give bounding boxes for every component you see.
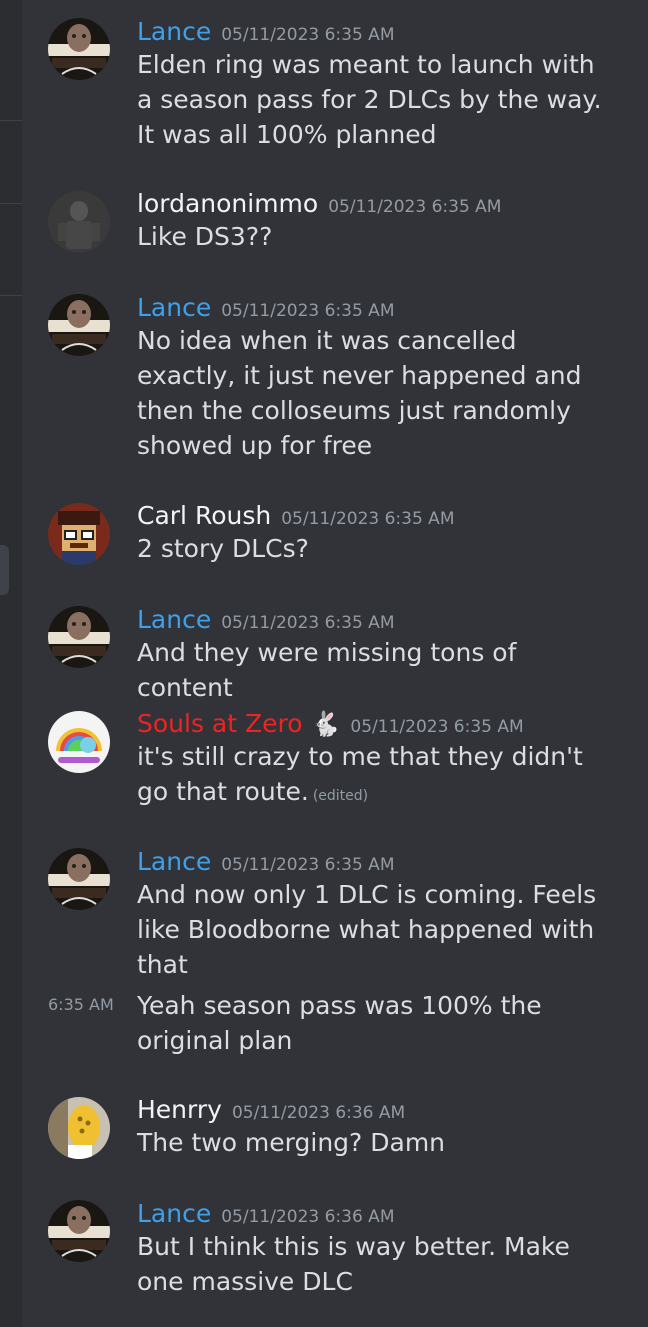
message-text: Like DS3?? [137,222,273,251]
followup-message-text: Yeah season pass was 100% the original p… [137,991,542,1055]
avatar-carl-roush[interactable] [48,503,110,565]
avatar-lance[interactable] [48,18,110,80]
author-name[interactable]: Lance [137,605,211,634]
avatar-lance[interactable] [48,606,110,668]
avatar-lance[interactable] [48,1200,110,1262]
followup-timestamp: 6:35 AM [48,995,114,1014]
message-timestamp: 05/11/2023 6:35 AM [350,717,524,737]
edited-label: (edited) [312,788,369,804]
message-timestamp: 05/11/2023 6:35 AM [328,197,502,217]
avatar-lordanonimmo[interactable] [48,191,110,253]
message-text: The two merging? Damn [137,1128,446,1157]
avatar-henrry[interactable] [48,1097,110,1159]
author-name[interactable]: Henrry [137,1095,222,1124]
sidebar-divider [0,203,22,204]
avatar-souls-at-zero[interactable] [48,711,110,773]
message-text: No idea when it was cancelled exactly, i… [137,326,582,460]
message-text: 2 story DLCs? [137,534,309,563]
message-text: Elden ring was meant to launch with a se… [137,50,602,149]
author-name[interactable]: Souls at Zero [137,709,303,738]
message-timestamp: 05/11/2023 6:36 AM [221,1207,395,1227]
sidebar-divider [0,120,22,121]
channel-sidebar-edge [0,0,22,1327]
avatar-lance[interactable] [48,848,110,910]
message-timestamp: 05/11/2023 6:35 AM [221,855,395,875]
message-timestamp: 05/11/2023 6:35 AM [221,301,395,321]
sidebar-divider [0,295,22,296]
rabbit-icon: 🐇 [310,710,341,738]
author-name[interactable]: Lance [137,1199,211,1228]
message-text: it's still crazy to me that they didn't … [137,739,607,814]
author-name[interactable]: Lance [137,847,211,876]
message-text: And now only 1 DLC is coming. Feels like… [137,880,597,979]
message-timestamp: 05/11/2023 6:35 AM [221,613,395,633]
message-timestamp: 05/11/2023 6:35 AM [281,509,455,529]
message-timestamp: 05/11/2023 6:35 AM [221,25,395,45]
message-timestamp: 05/11/2023 6:36 AM [231,1103,406,1123]
author-name[interactable]: Lance [137,17,211,46]
message-text: But I think this is way better. Make one… [137,1232,570,1296]
author-name[interactable]: Lance [137,293,211,322]
sidebar-selected-channel[interactable] [0,545,9,595]
message-text: And they were missing tons of content [137,638,517,702]
author-name[interactable]: Carl Roush [137,501,271,530]
author-name[interactable]: lordanonimmo [137,189,318,218]
avatar-lance[interactable] [48,294,110,356]
